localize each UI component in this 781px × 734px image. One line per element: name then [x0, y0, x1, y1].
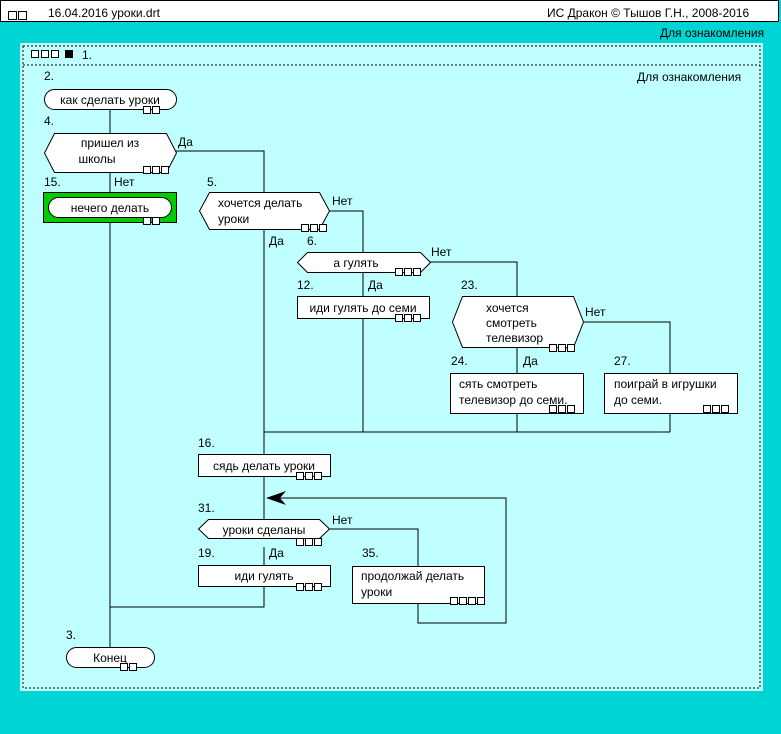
node-label: иди гулять до семи [309, 301, 416, 315]
node-label: хочется [486, 301, 529, 315]
node-number: 23. [461, 278, 478, 292]
node-label: до семи. [614, 393, 662, 407]
toolbar-square-icon[interactable] [51, 50, 59, 58]
node-label: поиграй в игрушки [614, 377, 717, 391]
node-number: 5. [207, 175, 217, 189]
no-label: Нет [431, 245, 452, 259]
node-label: смотреть [486, 316, 537, 330]
yes-label: Да [269, 234, 284, 248]
no-label: Нет [332, 513, 353, 527]
yes-label: Да [269, 546, 284, 560]
node-label: иди гулять [234, 569, 293, 583]
header-note: Для ознакомления [660, 26, 764, 40]
node-label: сять смотреть [459, 377, 537, 391]
node-label: как сделать уроки [60, 93, 160, 107]
no-label: Нет [114, 175, 135, 189]
node-label: сядь делать уроки [213, 459, 315, 473]
node-number: 6. [307, 234, 317, 248]
node-label: телевизор [486, 331, 543, 345]
marker-icon [395, 268, 421, 276]
node-label: нечего делать [71, 201, 149, 215]
frame-number: 1. [82, 48, 92, 62]
yes-label: Да [368, 278, 383, 292]
node-label: продолжай делать [361, 569, 464, 583]
node-number: 15. [44, 175, 61, 189]
node-label: а гулять [333, 256, 378, 270]
node-label: школы [78, 152, 115, 166]
frame-note: Для ознакомления [637, 70, 741, 84]
node-label: уроки [218, 212, 249, 226]
toolbar-square-icon[interactable] [41, 50, 49, 58]
node-number: 27. [614, 354, 631, 368]
node-number: 35. [362, 546, 379, 560]
node-label: уроки сделаны [223, 523, 306, 537]
node-number: 31. [198, 501, 215, 515]
marker-icon [143, 166, 169, 174]
node-label: телевизор до семи. [459, 393, 567, 407]
node-label: пришел из [81, 136, 140, 150]
node-number: 12. [297, 278, 314, 292]
toolbar-square-icon[interactable] [31, 50, 39, 58]
node-number: 4. [44, 114, 54, 128]
node-label: уроки [361, 585, 392, 599]
node-label: хочется делать [218, 196, 302, 210]
no-label: Нет [332, 194, 353, 208]
node-label: Конец [93, 651, 127, 665]
marker-icon [296, 538, 322, 546]
yes-label: Да [523, 354, 538, 368]
node-number: 19. [198, 546, 215, 560]
node-number: 3. [66, 628, 76, 642]
marker-icon [296, 583, 322, 591]
marker-icon [549, 405, 575, 413]
marker-icon [395, 314, 421, 322]
drakon-diagram: Для ознакомления 1. Для ознакомления 2. … [20, 26, 764, 691]
no-label: Нет [585, 305, 606, 319]
frame-toolbar[interactable] [31, 50, 73, 58]
yes-label: Да [178, 135, 193, 149]
marker-icon [703, 405, 729, 413]
marker-icon [296, 472, 322, 480]
node-number: 16. [198, 436, 215, 450]
node-number: 24. [451, 354, 468, 368]
node-number: 2. [44, 69, 54, 83]
toolbar-filled-square-icon[interactable] [65, 50, 73, 58]
marker-icon [549, 344, 575, 352]
marker-icon [301, 224, 327, 232]
